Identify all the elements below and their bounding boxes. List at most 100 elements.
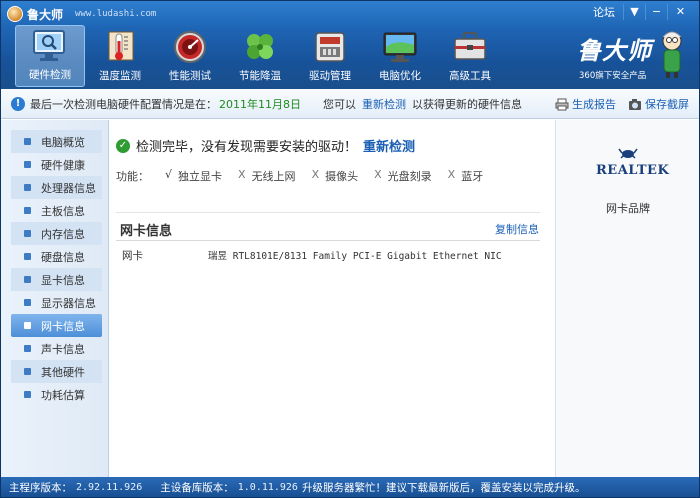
- sidebar-item[interactable]: 主板信息: [11, 199, 102, 222]
- sidebar-item-label: 硬盘信息: [41, 250, 85, 264]
- sidebar-item[interactable]: 内存信息: [11, 222, 102, 245]
- app-url: www.ludashi.com: [75, 9, 157, 19]
- sidebar-item-label: 功耗估算: [41, 388, 85, 402]
- info-middle: 您可以: [323, 97, 356, 111]
- info-row: 网卡 瑞昱 RTL8101E/8131 Family PCI-E Gigabit…: [122, 248, 502, 263]
- sidebar-item[interactable]: 电脑概览: [11, 130, 102, 153]
- db-version-label: 主设备库版本：: [160, 481, 234, 494]
- tool-label: 硬件检测: [29, 69, 71, 81]
- realtek-crab-icon: [618, 148, 638, 159]
- check-mark-icon: √: [165, 168, 173, 181]
- sidebar-item-label: 处理器信息: [41, 181, 96, 195]
- redetect-button[interactable]: 重新检测: [363, 136, 415, 155]
- thermometer-icon: [108, 31, 134, 61]
- tool-performance[interactable]: 性能测试: [155, 25, 225, 87]
- realtek-logo: REALTEK: [596, 146, 670, 178]
- close-button[interactable]: ✕: [667, 4, 693, 20]
- cross-mark-icon: X: [311, 168, 320, 181]
- tool-advanced[interactable]: 高级工具: [435, 25, 505, 87]
- main-toolbar: 硬件检测 温度监测 性能测试 节能降温 驱动管理 电脑优化 高级工具: [15, 25, 505, 87]
- sidebar-item-label: 主板信息: [41, 204, 85, 218]
- sidebar-item[interactable]: 硬盘信息: [11, 245, 102, 268]
- sidebar-item[interactable]: 处理器信息: [11, 176, 102, 199]
- mascot-icon: [662, 31, 682, 78]
- sidebar-item[interactable]: 其他硬件: [11, 360, 102, 383]
- divider: [116, 212, 540, 213]
- function-label: 无线上网: [251, 170, 296, 183]
- printer-icon: [555, 98, 569, 110]
- forum-link[interactable]: 论坛: [593, 4, 615, 20]
- save-screenshot-button[interactable]: 保存截屏: [628, 96, 689, 112]
- tool-driver-manager[interactable]: 驱动管理: [295, 25, 365, 87]
- tool-hardware-detect[interactable]: 硬件检测: [15, 25, 85, 87]
- sidebar-item-label: 其他硬件: [41, 365, 85, 379]
- brand-subtitle: 360旗下安全产品: [579, 71, 647, 81]
- redetect-link[interactable]: 重新检测: [362, 96, 406, 112]
- section-divider: [116, 240, 540, 241]
- tool-energy-saving[interactable]: 节能降温: [225, 25, 295, 87]
- info-actions: 生成报告 保存截屏: [555, 96, 689, 112]
- monitor-magnifier-icon: [33, 30, 65, 61]
- upgrade-message: 升级服务器繁忙！建议下载最新版后，覆盖安装以完成升级。: [301, 481, 586, 494]
- tool-label: 温度监测: [99, 70, 141, 82]
- copy-info-link[interactable]: 复制信息: [495, 221, 539, 237]
- sidebar-item[interactable]: 声卡信息: [11, 337, 102, 360]
- cross-mark-icon: X: [238, 168, 246, 181]
- app-logo-icon: [7, 6, 23, 22]
- function-list: 功能： √ 独立显卡 X 无线上网 X 摄像头 X 光盘刻录 X 蓝牙: [116, 168, 499, 184]
- function-item: X 蓝牙: [448, 168, 484, 184]
- sidebar-item[interactable]: 硬件健康: [11, 153, 102, 176]
- camera-icon: [629, 98, 641, 110]
- clover-icon: [247, 34, 273, 59]
- app-window: 鲁大师 www.ludashi.com 论坛 ▼ − ✕ 硬件检测 温度监测 性…: [0, 0, 700, 498]
- tool-label: 性能测试: [169, 70, 211, 82]
- minimize-button[interactable]: −: [645, 4, 667, 20]
- cross-mark-icon: X: [447, 168, 456, 181]
- generate-report-button[interactable]: 生成报告: [555, 96, 616, 112]
- toolbox-icon: [454, 32, 486, 60]
- sidebar-item-label: 声卡信息: [41, 342, 85, 356]
- function-item: X 光盘刻录: [374, 168, 432, 184]
- check-icon: ✓: [116, 138, 130, 153]
- main-content: ✓ 检测完毕，没有发现需要安装的驱动！ 重新检测 功能： √ 独立显卡 X 无线上网 X…: [110, 120, 555, 477]
- info-row-value: 瑞昱 RTL8101E/8131 Family PCI-E Gigabit Et…: [208, 251, 502, 262]
- sidebar-item-label: 硬件健康: [41, 158, 85, 172]
- tool-temperature[interactable]: 温度监测: [85, 25, 155, 87]
- function-label: 蓝牙: [461, 170, 484, 183]
- header-bar: 鲁大师 www.ludashi.com 论坛 ▼ − ✕ 硬件检测 温度监测 性…: [1, 1, 699, 89]
- sidebar-item[interactable]: 网卡信息: [11, 314, 102, 337]
- app-title: 鲁大师 www.ludashi.com: [7, 5, 156, 23]
- function-label: 摄像头: [325, 170, 359, 183]
- info-bar: ! 最后一次检测电脑硬件配置情况是在： 2011年11月8日 您可以 重新检测 …: [1, 89, 699, 119]
- app-name: 鲁大师: [27, 7, 64, 22]
- realtek-logo-text: REALTEK: [596, 163, 670, 178]
- sidebar-nav: 电脑概览硬件健康处理器信息主板信息内存信息硬盘信息显卡信息显示器信息网卡信息声卡…: [1, 120, 109, 477]
- last-detect-date: 2011年11月8日: [219, 97, 301, 111]
- speedometer-icon: [174, 31, 206, 63]
- generate-report-label: 生成报告: [572, 98, 616, 111]
- sidebar-item-label: 网卡信息: [41, 319, 85, 333]
- tool-label: 高级工具: [449, 70, 491, 82]
- detect-result: ✓ 检测完毕，没有发现需要安装的驱动！ 重新检测: [116, 136, 415, 155]
- result-text: 检测完毕，没有发现需要安装的驱动！: [136, 140, 358, 155]
- sidebar-item-label: 显卡信息: [41, 273, 85, 287]
- menu-dropdown-button[interactable]: ▼: [623, 4, 645, 20]
- main-version-label: 主程序版本：: [9, 481, 72, 494]
- sidebar-item[interactable]: 显示器信息: [11, 291, 102, 314]
- tool-label: 驱动管理: [309, 70, 351, 82]
- sidebar-item[interactable]: 显卡信息: [11, 268, 102, 291]
- brand-area: 鲁大师 360旗下安全产品: [577, 27, 687, 85]
- save-screenshot-label: 保存截屏: [645, 98, 689, 111]
- brand-logo: 鲁大师: [577, 36, 652, 65]
- window-controls: 论坛 ▼ − ✕: [593, 4, 693, 20]
- section-title: 网卡信息: [120, 224, 173, 239]
- function-item: √ 独立显卡: [165, 168, 222, 184]
- main-version: 2.92.11.926: [76, 481, 143, 493]
- functions-label: 功能：: [116, 170, 149, 183]
- tool-pc-optimize[interactable]: 电脑优化: [365, 25, 435, 87]
- info-suffix: 以获得更新的硬件信息: [412, 97, 522, 111]
- sidebar-item[interactable]: 功耗估算: [11, 383, 102, 406]
- function-label: 独立显卡: [178, 170, 223, 183]
- cross-mark-icon: X: [374, 168, 382, 181]
- info-prefix: 最后一次检测电脑硬件配置情况是在：: [30, 97, 217, 111]
